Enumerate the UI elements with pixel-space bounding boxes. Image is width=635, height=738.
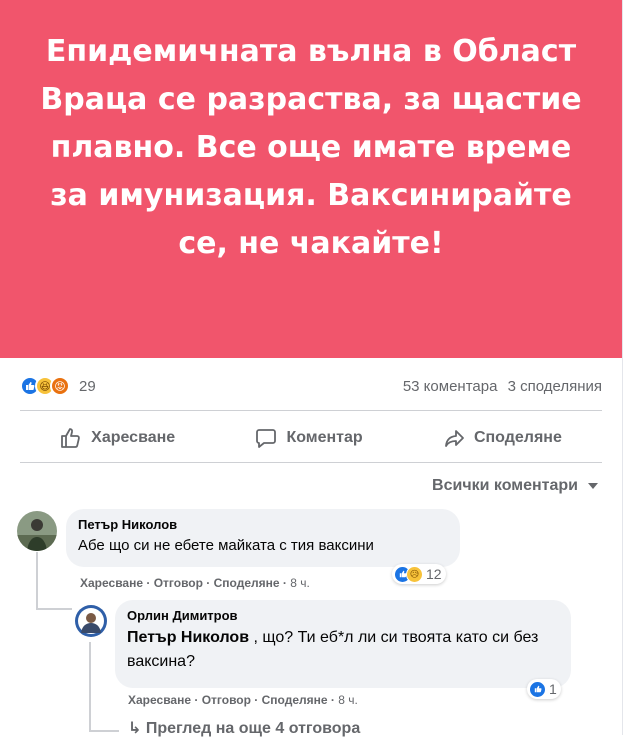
comment-bubble: Орлин Димитров Петър Николов , що? Ти еб… — [115, 600, 571, 688]
shares-count-link[interactable]: 3 споделяния — [508, 378, 602, 395]
comment-reactions[interactable]: 😥 12 — [392, 564, 446, 584]
thread-line — [89, 730, 119, 732]
banner-text: Епидемичната вълна в Област Враца се раз… — [40, 34, 582, 261]
comment-share-link[interactable]: Споделяне — [214, 576, 280, 590]
comment-like-link[interactable]: Харесване — [80, 576, 143, 590]
divider — [20, 462, 602, 463]
comment-author[interactable]: Петър Николов — [78, 517, 448, 532]
comment-share-link[interactable]: Споделяне — [262, 693, 328, 707]
view-more-replies-link[interactable]: ↳ Преглед на още 4 отговора — [128, 718, 360, 738]
angry-reaction-icon: 😡 — [50, 376, 70, 396]
comment-reactions[interactable]: 1 — [527, 679, 561, 699]
reaction-count: 29 — [79, 377, 96, 395]
like-button[interactable]: Харесване — [60, 427, 175, 449]
reaction-count: 1 — [549, 681, 557, 697]
avatar[interactable] — [17, 511, 57, 551]
profile-photo-icon — [75, 605, 107, 637]
scrollbar-track[interactable] — [622, 0, 635, 735]
post-stats: 😆 😡 29 53 коментара 3 споделяния — [20, 372, 602, 400]
divider — [20, 410, 602, 411]
comment-like-link[interactable]: Харесване — [128, 693, 191, 707]
thread-line — [89, 642, 91, 732]
comment-text: Петър Николов , що? Ти еб*л ли си твоята… — [127, 629, 539, 670]
comment-text: Абе що си не ебете майката с тия ваксини — [78, 537, 374, 554]
comment-bubble: Петър Николов Абе що си не ебете майката… — [66, 509, 460, 567]
comment-reply-link[interactable]: Отговор — [202, 693, 251, 707]
comments-count-link[interactable]: 53 коментара — [403, 378, 498, 395]
sad-reaction-icon: 😥 — [406, 565, 423, 583]
mention-link[interactable]: Петър Николов — [127, 629, 249, 646]
reactions-summary[interactable]: 😆 😡 29 — [20, 376, 96, 396]
reply-arrow-icon: ↳ — [128, 720, 142, 737]
like-reaction-icon — [529, 680, 546, 698]
comment-button[interactable]: Коментар — [255, 427, 363, 449]
avatar[interactable] — [75, 605, 107, 637]
post-image-banner[interactable]: Епидемичната вълна в Област Враца се раз… — [0, 0, 622, 358]
share-button[interactable]: Споделяне — [443, 427, 562, 449]
comment-author[interactable]: Орлин Димитров — [127, 608, 559, 623]
comment-bubble-icon — [256, 429, 277, 448]
thumbs-up-icon — [61, 428, 80, 448]
reaction-count: 12 — [426, 566, 442, 582]
comment-timestamp[interactable]: 8 ч. — [338, 693, 358, 707]
chevron-down-icon — [588, 483, 598, 489]
post-actions: Харесване Коментар Споделяне — [20, 420, 602, 456]
share-arrow-icon — [445, 430, 464, 447]
thread-line — [36, 552, 38, 610]
comment-meta: Харесване · Отговор · Споделяне · 8 ч. — [128, 693, 358, 707]
thread-line — [36, 608, 72, 610]
comments-sort-dropdown[interactable]: Всички коментари — [432, 477, 598, 495]
profile-photo-icon — [17, 511, 57, 551]
comment-meta: Харесване · Отговор · Споделяне · 8 ч. — [80, 576, 310, 590]
comment-reply-link[interactable]: Отговор — [154, 576, 203, 590]
comment-timestamp[interactable]: 8 ч. — [290, 576, 310, 590]
